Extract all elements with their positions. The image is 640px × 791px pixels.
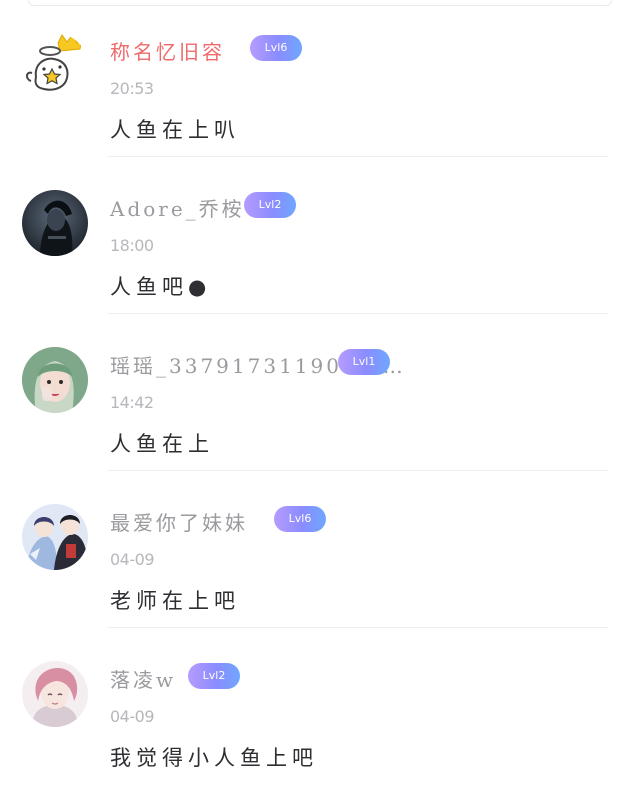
level-badge: Lvl2 xyxy=(188,663,240,689)
username[interactable]: 落凌w xyxy=(110,664,176,693)
level-badge: Lvl2 xyxy=(244,192,296,218)
level-badge: Lvl6 xyxy=(250,35,302,61)
dark-portrait-avatar-icon[interactable] xyxy=(22,190,88,256)
comment-time: 04-09 xyxy=(110,707,155,726)
comment-text: 人鱼在上 xyxy=(110,432,214,456)
green-hair-girl-avatar-icon[interactable] xyxy=(22,347,88,413)
pink-hair-boy-avatar-icon[interactable] xyxy=(22,661,88,727)
comment-text: 我觉得小人鱼上吧 xyxy=(110,746,318,770)
comment-time: 14:42 xyxy=(110,393,154,412)
username[interactable]: 称名忆旧容 xyxy=(110,36,225,65)
comment-text: 人鱼在上叭 xyxy=(110,118,240,142)
comment-item[interactable]: 最爱你了妹妹 Lvl6 04-09 老师在上吧 xyxy=(0,471,640,628)
comment-item[interactable]: 瑶瑶_3379173119011 … Lvl1 14:42 人鱼在上 xyxy=(0,314,640,471)
comment-time: 04-09 xyxy=(110,550,155,569)
comment-time: 18:00 xyxy=(110,236,154,255)
comment-item[interactable]: Adore_乔桉 Lvl2 18:00 人鱼吧● xyxy=(0,157,640,314)
username[interactable]: Adore_乔桉 xyxy=(110,193,245,222)
username[interactable]: 最爱你了妹妹 xyxy=(110,507,248,536)
comment-text: 人鱼吧● xyxy=(110,275,212,299)
angel-ghost-avatar-icon[interactable] xyxy=(22,33,88,99)
comment-item[interactable]: 称名忆旧容 Lvl6 20:53 人鱼在上叭 xyxy=(0,0,640,157)
anime-couple-avatar-icon[interactable] xyxy=(22,504,88,570)
comment-time: 20:53 xyxy=(110,79,154,98)
comment-item[interactable]: 落凌w Lvl2 04-09 我觉得小人鱼上吧 xyxy=(0,628,640,785)
level-badge: Lvl6 xyxy=(274,506,326,532)
comment-text: 老师在上吧 xyxy=(110,589,240,613)
level-badge: Lvl1 xyxy=(338,349,390,375)
